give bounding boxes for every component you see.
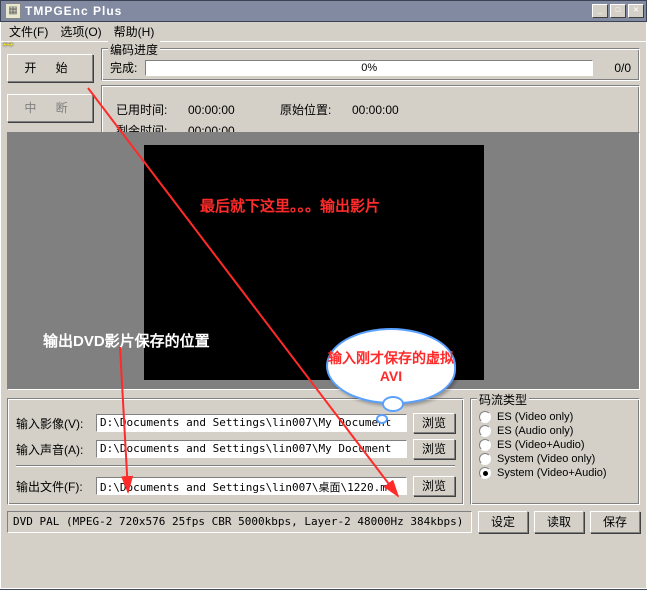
radio-es-audio[interactable]: ES (Audio only) xyxy=(479,425,631,437)
output-file-field[interactable]: D:\Documents and Settings\lin007\桌面\1220… xyxy=(96,477,407,495)
browse-video-button[interactable]: 浏览 xyxy=(413,413,455,433)
io-group: 输入影像(V): D:\Documents and Settings\lin00… xyxy=(7,398,464,505)
annotation-resize-icon: ↔ xyxy=(0,34,16,52)
output-file-label: 输出文件(F): xyxy=(16,478,90,495)
source-value: 00:00:00 xyxy=(348,100,629,119)
maximize-button[interactable]: ☐ xyxy=(610,4,626,18)
progress-done-label: 完成: xyxy=(110,59,137,76)
save-button[interactable]: 保存 xyxy=(590,511,640,533)
radio-es-video[interactable]: ES (Video only) xyxy=(479,411,631,423)
annotation-preview-text: 最后就下这里。。。输出影片 xyxy=(200,195,380,216)
preview-area xyxy=(7,132,640,390)
close-button[interactable]: ✕ xyxy=(628,4,644,18)
input-audio-field[interactable]: D:\Documents and Settings\lin007\My Docu… xyxy=(96,440,407,458)
input-video-field[interactable]: D:\Documents and Settings\lin007\My Docu… xyxy=(96,414,407,432)
title-bar: ▦ TMPGEnc Plus _ ☐ ✕ xyxy=(0,0,647,22)
annotation-output-text: 输出DVD影片保存的位置 xyxy=(43,330,210,351)
radio-sys-video[interactable]: System (Video only) xyxy=(479,453,631,465)
input-video-label: 输入影像(V): xyxy=(16,415,90,432)
menu-help[interactable]: 帮助(H) xyxy=(110,21,159,42)
app-icon: ▦ xyxy=(5,3,21,19)
elapsed-label: 已用时间: xyxy=(112,100,182,119)
settings-button[interactable]: 设定 xyxy=(478,511,528,533)
progress-ratio: 0/0 xyxy=(601,61,631,75)
browse-audio-button[interactable]: 浏览 xyxy=(413,439,455,459)
status-bar: DVD PAL (MPEG-2 720x576 25fps CBR 5000kb… xyxy=(7,511,472,533)
progress-bar: 0% xyxy=(145,60,593,76)
start-button[interactable]: 开 始 xyxy=(7,54,93,82)
menu-bar: 文件(F) 选项(O) 帮助(H) xyxy=(0,22,647,42)
browse-output-button[interactable]: 浏览 xyxy=(413,476,455,496)
minimize-button[interactable]: _ xyxy=(592,4,608,18)
stream-type-group: 码流类型 ES (Video only) ES (Audio only) ES … xyxy=(470,398,640,505)
stream-type-label: 码流类型 xyxy=(477,391,529,408)
load-button[interactable]: 读取 xyxy=(534,511,584,533)
annotation-bubble-tail2-icon xyxy=(376,414,388,424)
menu-options[interactable]: 选项(O) xyxy=(56,21,105,42)
progress-group-label: 编码进度 xyxy=(108,41,160,58)
stop-button[interactable]: 中 断 xyxy=(7,94,93,122)
window-title: TMPGEnc Plus xyxy=(25,4,592,18)
radio-es-va[interactable]: ES (Video+Audio) xyxy=(479,439,631,451)
annotation-bubble: 输入刚才保存的虚拟AVI xyxy=(326,328,456,404)
input-audio-label: 输入声音(A): xyxy=(16,441,90,458)
source-label: 原始位置: xyxy=(276,100,346,119)
annotation-bubble-tail-icon xyxy=(382,396,404,412)
elapsed-value: 00:00:00 xyxy=(184,100,274,119)
radio-sys-va[interactable]: System (Video+Audio) xyxy=(479,467,631,479)
client-area: 开 始 中 断 编码进度 完成: 0% 0/0 已用时间: 00:00:00 原… xyxy=(0,42,647,589)
